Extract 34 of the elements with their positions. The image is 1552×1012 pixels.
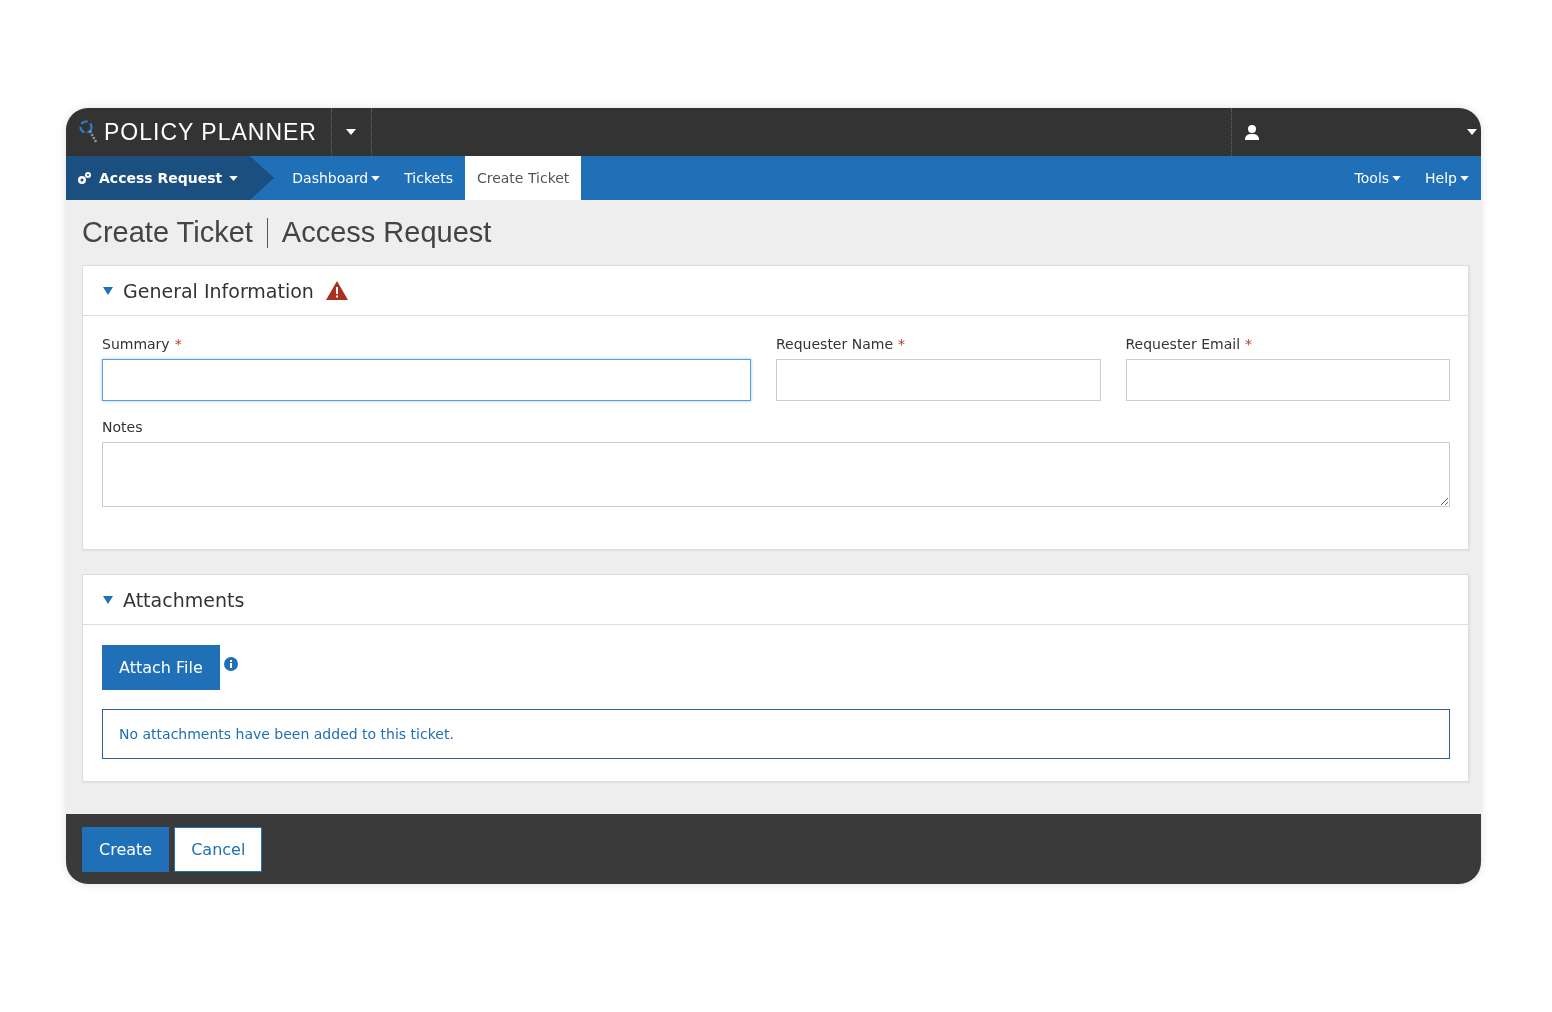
cancel-button[interactable]: Cancel xyxy=(174,826,263,872)
collapse-toggle-icon[interactable] xyxy=(103,285,113,296)
field-label: Requester Email xyxy=(1125,336,1241,352)
field-label: Notes xyxy=(102,419,143,435)
nav-tab[interactable]: Dashboard xyxy=(280,156,393,200)
caret-icon xyxy=(346,129,357,135)
text-field[interactable] xyxy=(776,359,1101,401)
required-marker: * xyxy=(1245,336,1253,352)
nav-tab[interactable]: Tickets xyxy=(392,156,465,200)
brand-name: POLICY PLANNER xyxy=(104,118,317,146)
empty-attachments-message: No attachments have been added to this ticket. xyxy=(102,709,1450,759)
required-marker: * xyxy=(898,336,905,352)
nav-tab[interactable]: Create Ticket xyxy=(464,156,582,200)
notes-field[interactable] xyxy=(102,442,1450,507)
page-title: Create Ticket xyxy=(82,216,253,249)
info-icon[interactable] xyxy=(223,657,238,671)
gears-icon xyxy=(76,171,92,185)
collapse-toggle-icon[interactable] xyxy=(103,594,113,605)
magnifier-logo-icon xyxy=(78,119,98,145)
field-label: Requester Name xyxy=(776,336,893,352)
section-title: Attachments xyxy=(123,588,245,611)
caret-icon xyxy=(1467,129,1477,135)
required-marker: * xyxy=(174,336,182,352)
breadcrumb-arrow-icon xyxy=(250,156,275,200)
text-field[interactable] xyxy=(1125,359,1450,401)
nav-menu[interactable]: Tools xyxy=(1342,156,1414,200)
create-button[interactable]: Create xyxy=(82,826,170,872)
text-field[interactable] xyxy=(102,359,751,401)
nav-menu[interactable]: Help xyxy=(1413,156,1481,200)
field-label: Summary xyxy=(102,336,170,352)
user-icon xyxy=(1244,124,1260,140)
page-subtitle: Access Request xyxy=(281,216,492,249)
section-title: General Information xyxy=(123,279,314,302)
attach-file-button[interactable]: Attach File xyxy=(102,645,220,690)
